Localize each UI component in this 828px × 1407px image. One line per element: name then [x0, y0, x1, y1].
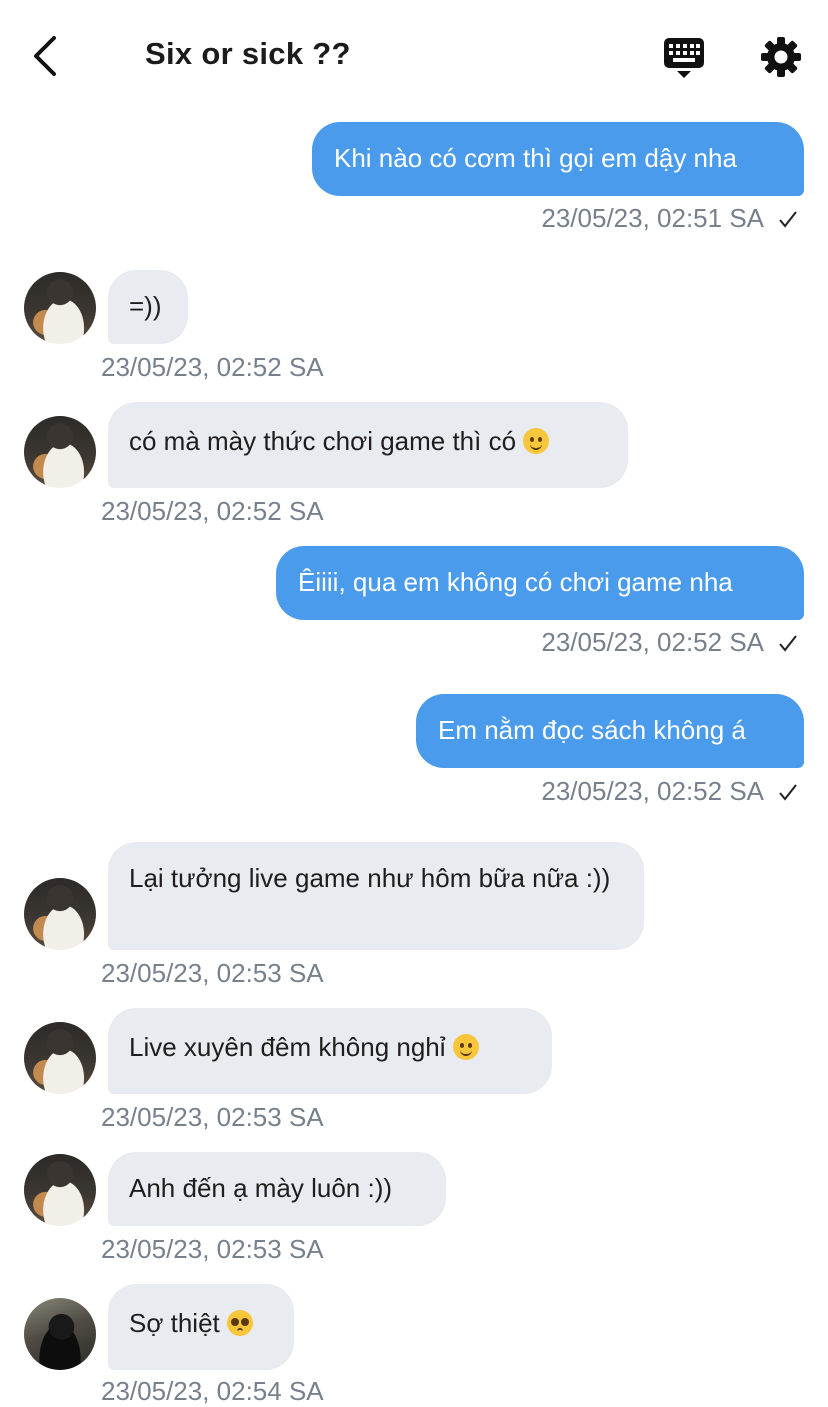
message-bubble-received[interactable]: =)): [108, 270, 188, 344]
message-timestamp: 23/05/23, 02:52 SA: [541, 776, 798, 807]
slightly-smiling-face-icon: [523, 428, 550, 454]
avatar[interactable]: [24, 878, 96, 950]
message-text: Sợ thiệt: [129, 1308, 220, 1338]
message-text: Anh đến ạ mày luôn :)): [129, 1173, 393, 1203]
back-button[interactable]: [28, 34, 68, 78]
message-timestamp: 23/05/23, 02:53 SA: [101, 958, 324, 988]
timestamp-text: 23/05/23, 02:51 SA: [541, 203, 764, 233]
message-timestamp: 23/05/23, 02:52 SA: [101, 352, 324, 382]
message-timestamp: 23/05/23, 02:51 SA: [541, 203, 798, 234]
message-bubble-received[interactable]: Anh đến ạ mày luôn :)): [108, 1152, 446, 1226]
check-icon: [779, 211, 797, 228]
slightly-smiling-face-icon: [452, 1034, 479, 1060]
gear-icon: [761, 37, 801, 77]
message-text: =)): [129, 291, 162, 321]
avatar[interactable]: [24, 1022, 96, 1094]
chevron-left-icon: [34, 36, 56, 76]
check-icon: [779, 635, 797, 652]
settings-button[interactable]: [760, 36, 802, 78]
check-icon: [779, 784, 797, 801]
message-bubble-received[interactable]: Live xuyên đêm không nghỉ: [108, 1008, 552, 1094]
message-timestamp: 23/05/23, 02:53 SA: [101, 1234, 324, 1264]
message-text: Lại tưởng live game như hôm bữa nữa :)): [129, 863, 611, 893]
keyboard-icon: [664, 38, 704, 78]
keyboard-button[interactable]: [662, 36, 706, 80]
message-bubble-sent[interactable]: Khi nào có cơm thì gọi em dậy nha: [312, 122, 804, 196]
avatar[interactable]: [24, 416, 96, 488]
avatar[interactable]: [24, 1298, 96, 1370]
message-text: Êiiii, qua em không có chơi game nha: [298, 567, 733, 597]
avatar[interactable]: [24, 1154, 96, 1226]
message-bubble-received[interactable]: Sợ thiệt: [108, 1284, 294, 1370]
message-bubble-received[interactable]: có mà mày thức chơi game thì có: [108, 402, 628, 488]
message-text: Khi nào có cơm thì gọi em dậy nha: [334, 143, 737, 173]
message-bubble-sent[interactable]: Êiiii, qua em không có chơi game nha: [276, 546, 804, 620]
message-timestamp: 23/05/23, 02:52 SA: [541, 627, 798, 658]
message-text: Em nằm đọc sách không á: [438, 715, 746, 745]
timestamp-text: 23/05/23, 02:52 SA: [541, 776, 764, 806]
pleading-face-icon: [227, 1310, 253, 1336]
chat-title: Six or sick ??: [145, 36, 351, 71]
chat-header: Six or sick ??: [0, 0, 828, 110]
message-bubble-sent[interactable]: Em nằm đọc sách không á: [416, 694, 804, 768]
message-text: có mà mày thức chơi game thì có: [129, 426, 517, 456]
message-text: Live xuyên đêm không nghỉ: [129, 1032, 446, 1062]
message-bubble-received[interactable]: Lại tưởng live game như hôm bữa nữa :)): [108, 842, 644, 950]
avatar[interactable]: [24, 272, 96, 344]
message-timestamp: 23/05/23, 02:53 SA: [101, 1102, 324, 1132]
message-timestamp: 23/05/23, 02:52 SA: [101, 496, 324, 526]
timestamp-text: 23/05/23, 02:52 SA: [541, 627, 764, 657]
